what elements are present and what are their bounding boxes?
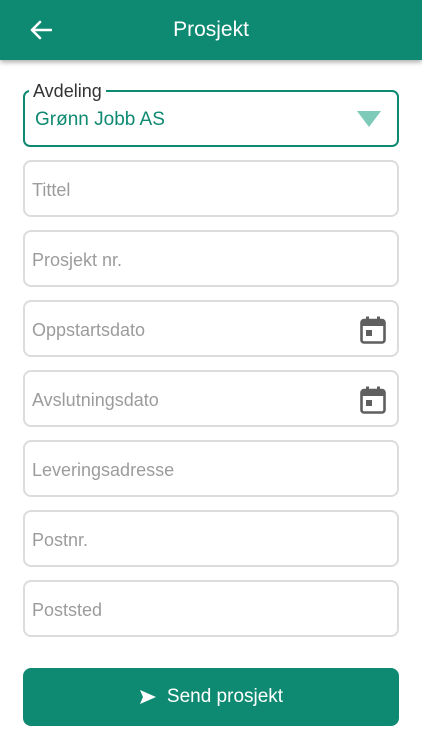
department-label: Avdeling [29,81,106,101]
city-field[interactable]: Poststed [23,580,399,637]
city-placeholder: Poststed [32,600,103,620]
title-placeholder: Tittel [32,180,71,200]
send-project-label: Send prosjekt [166,686,284,707]
end-date-placeholder: Avslutningsdato [32,390,159,410]
title-field[interactable]: Tittel [23,160,399,217]
page-title: Prosjekt [173,18,249,41]
send-project-button[interactable]: Send prosjekt [23,668,399,726]
end-date-field[interactable]: Avslutningsdato [23,370,399,427]
project-number-field[interactable]: Prosjekt nr. [23,230,399,287]
department-select[interactable]: Avdeling Grønn Jobb AS [23,81,399,147]
department-value: Grønn Jobb AS [35,109,165,130]
project-number-placeholder: Prosjekt nr. [32,250,123,270]
app-bar: Prosjekt [0,0,422,60]
start-date-placeholder: Oppstartsdato [32,320,146,340]
delivery-address-placeholder: Leveringsadresse [32,460,175,480]
calendar-icon[interactable] [360,316,386,344]
postal-code-field[interactable]: Postnr. [23,510,399,567]
calendar-icon[interactable] [360,386,386,414]
delivery-address-field[interactable]: Leveringsadresse [23,440,399,497]
send-icon [139,690,156,704]
postal-code-placeholder: Postnr. [32,530,89,550]
triangle-down-icon [357,111,381,127]
start-date-field[interactable]: Oppstartsdato [23,300,399,357]
